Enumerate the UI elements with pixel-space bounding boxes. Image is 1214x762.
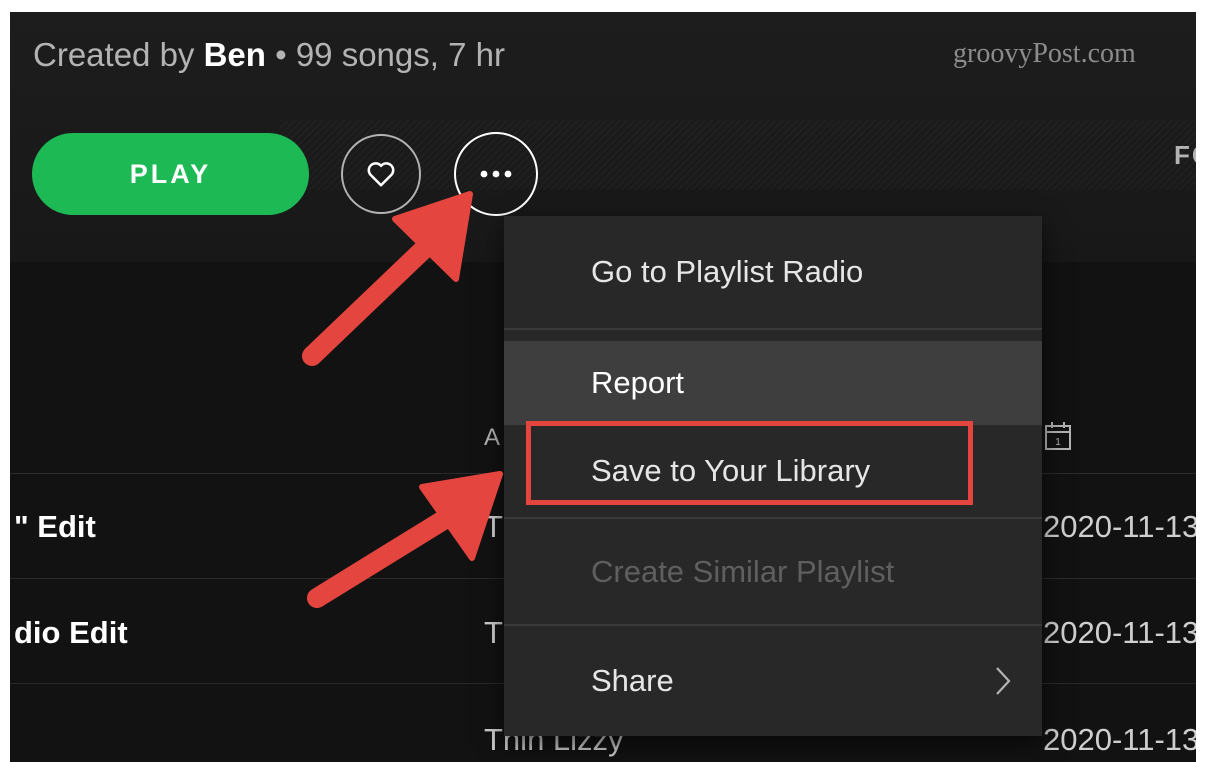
- track-date-added: 2020-11-13: [1043, 615, 1200, 650]
- created-by-label: Created by: [33, 36, 204, 73]
- heart-icon: [367, 162, 395, 187]
- menu-item-report[interactable]: Report: [504, 341, 1042, 425]
- menu-item-label: Create Similar Playlist: [591, 553, 895, 589]
- menu-item-label: Report: [591, 365, 685, 400]
- more-options-button[interactable]: [454, 132, 538, 216]
- menu-separator: [504, 328, 1042, 330]
- artist-column-header[interactable]: A: [484, 424, 500, 452]
- play-button[interactable]: PLAY: [32, 133, 309, 215]
- menu-item-label: Share: [591, 663, 674, 698]
- track-date-added: 2020-11-13: [1043, 722, 1200, 757]
- track-title[interactable]: dio Edit: [14, 615, 128, 651]
- calendar-icon[interactable]: 1: [1043, 420, 1073, 452]
- playlist-author-link[interactable]: Ben: [204, 36, 266, 73]
- svg-text:1: 1: [1055, 437, 1061, 448]
- white-border-left: [0, 0, 10, 762]
- like-button[interactable]: [341, 134, 421, 214]
- annotation-highlight-box: [526, 421, 973, 505]
- track-title[interactable]: " Edit: [14, 509, 96, 545]
- playlist-stats: • 99 songs, 7 hr: [265, 36, 505, 73]
- white-border-top: [0, 0, 1214, 12]
- track-artist[interactable]: T: [484, 509, 503, 545]
- menu-item-create-similar-playlist: Create Similar Playlist: [504, 519, 1042, 624]
- menu-item-share[interactable]: Share: [504, 626, 1042, 736]
- menu-item-label: Go to Playlist Radio: [591, 254, 864, 289]
- chevron-right-icon: [996, 667, 1011, 695]
- more-horizontal-icon: [480, 170, 512, 178]
- track-date-added: 2020-11-13: [1043, 509, 1200, 544]
- watermark: groovyPost.com: [953, 38, 1136, 69]
- playlist-meta: Created by Ben • 99 songs, 7 hr: [33, 36, 505, 74]
- white-border-right: [1196, 0, 1214, 762]
- menu-item-go-to-playlist-radio[interactable]: Go to Playlist Radio: [504, 216, 1042, 328]
- track-artist[interactable]: T: [484, 615, 503, 651]
